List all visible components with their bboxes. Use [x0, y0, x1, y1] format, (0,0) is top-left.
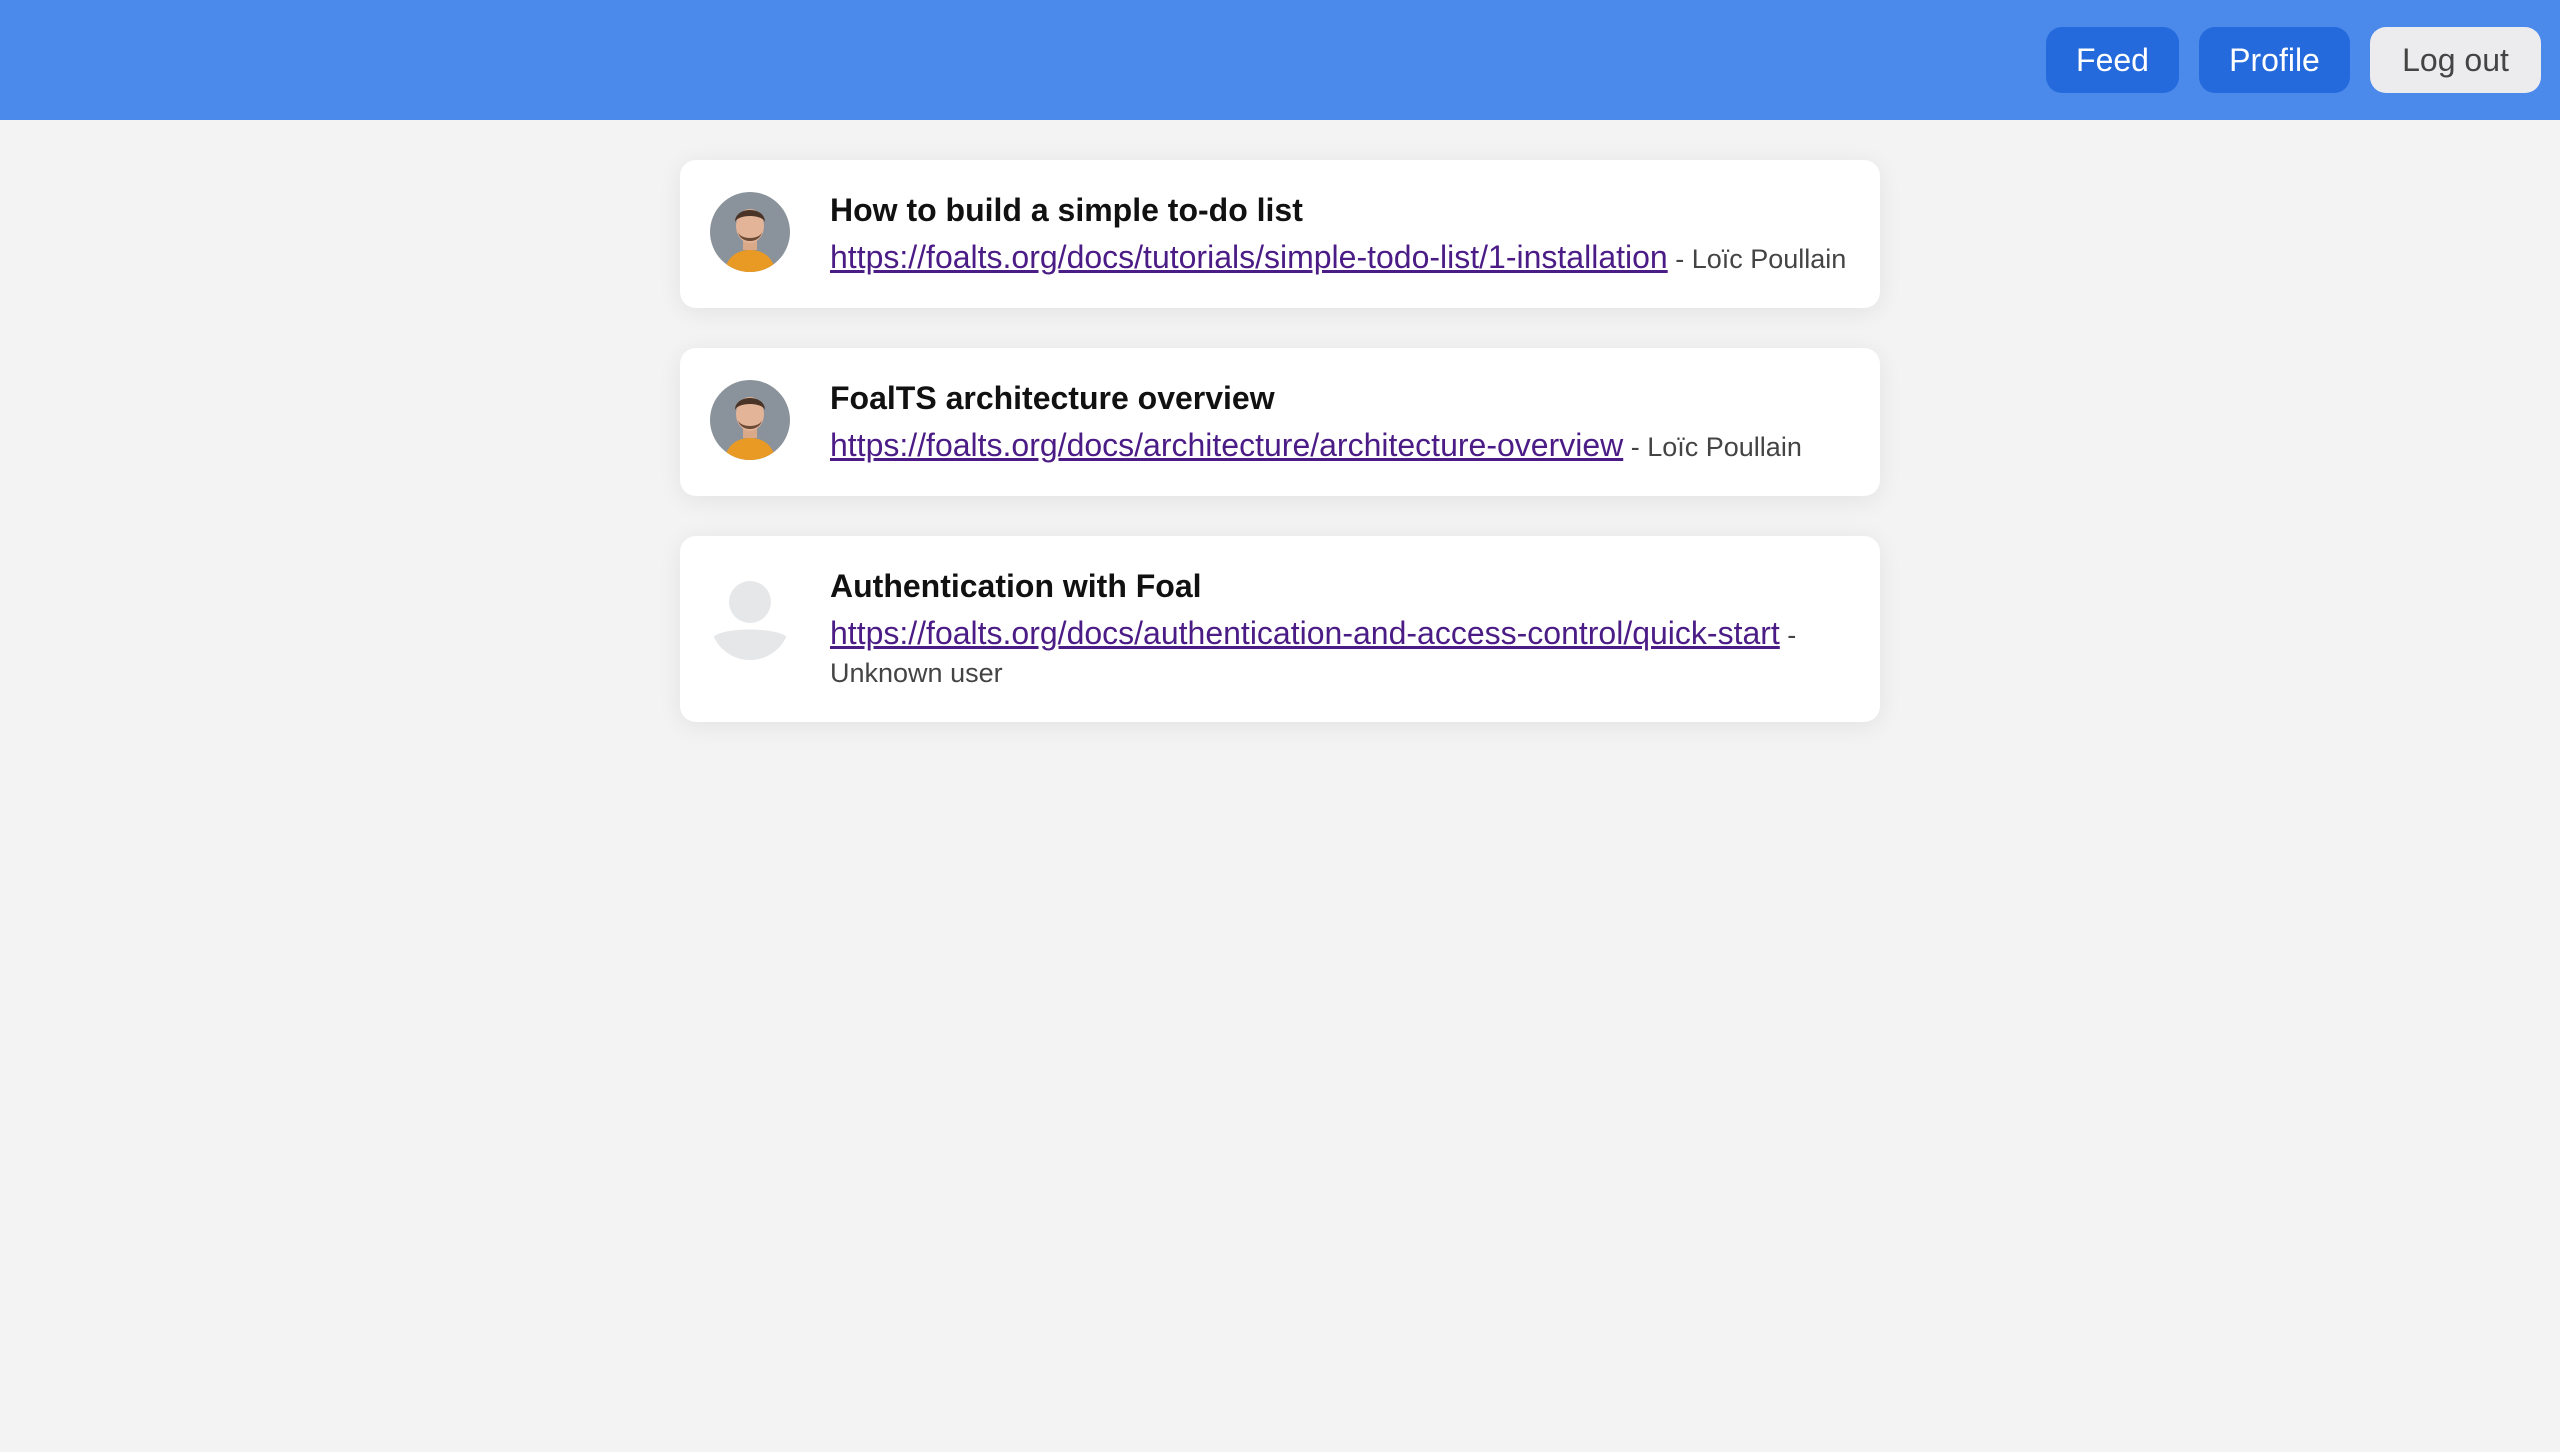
- story-meta: https://foalts.org/docs/tutorials/simple…: [830, 238, 1850, 278]
- story-card: FoalTS architecture overview https://foa…: [680, 348, 1880, 496]
- story-card: Authentication with Foal https://foalts.…: [680, 536, 1880, 722]
- author-separator: -: [1623, 432, 1648, 462]
- story-title: How to build a simple to-do list: [830, 192, 1303, 228]
- story-meta: https://foalts.org/docs/authentication-a…: [830, 614, 1800, 692]
- feed-button[interactable]: Feed: [2046, 27, 2179, 93]
- story-card: How to build a simple to-do list https:/…: [680, 160, 1880, 308]
- user-photo-icon: [710, 380, 790, 460]
- avatar: [710, 192, 790, 272]
- default-user-icon: [710, 580, 790, 660]
- profile-button[interactable]: Profile: [2199, 27, 2350, 93]
- top-navigation-bar: Feed Profile Log out: [0, 0, 2560, 120]
- story-link[interactable]: https://foalts.org/docs/architecture/arc…: [830, 427, 1623, 463]
- author-separator: -: [1667, 244, 1692, 274]
- nav-buttons: Feed Profile Log out: [2046, 27, 2541, 93]
- story-title: Authentication with Foal: [830, 568, 1202, 604]
- story-link[interactable]: https://foalts.org/docs/authentication-a…: [830, 615, 1780, 651]
- story-author: Unknown user: [830, 658, 1003, 688]
- avatar: [710, 580, 790, 660]
- author-separator: -: [1779, 620, 1797, 650]
- story-author: Loïc Poullain: [1691, 244, 1847, 274]
- story-link[interactable]: https://foalts.org/docs/tutorials/simple…: [830, 239, 1668, 275]
- user-photo-icon: [710, 192, 790, 272]
- logout-button[interactable]: Log out: [2370, 27, 2541, 93]
- avatar: [710, 380, 790, 460]
- story-title: FoalTS architecture overview: [830, 380, 1275, 416]
- story-author: Loïc Poullain: [1647, 432, 1802, 462]
- story-meta: https://foalts.org/docs/architecture/arc…: [830, 426, 1850, 466]
- story-feed: How to build a simple to-do list https:/…: [680, 160, 1880, 762]
